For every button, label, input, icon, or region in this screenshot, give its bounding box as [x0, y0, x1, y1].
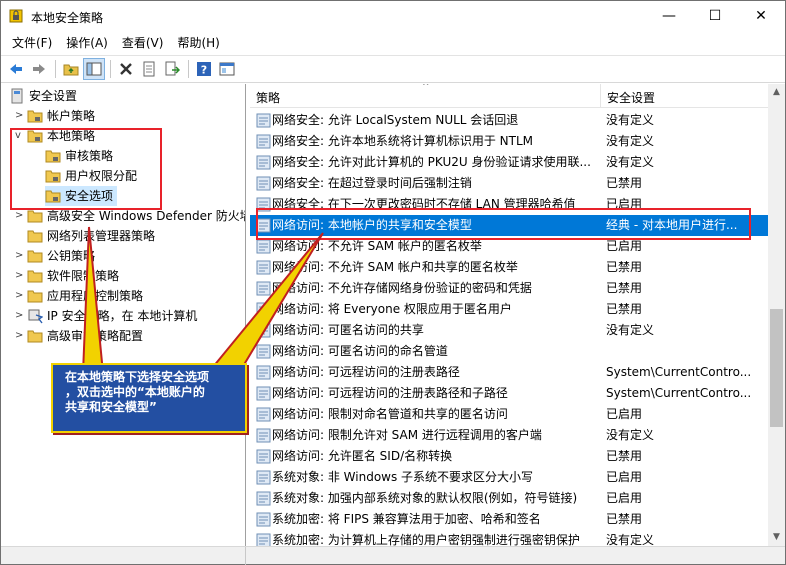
callout-line-2: ，双击选中的“本地账户的	[65, 385, 205, 399]
app-window: 本地安全策略 — ☐ ✕ 文件(F) 操作(A) 查看(V) 帮助(H) ? 安…	[0, 0, 786, 565]
annotation-callout: 在本地策略下选择安全选项 ，双击选中的“本地账户的 共享和安全模型”	[51, 363, 247, 433]
annotation-arrows	[81, 226, 324, 375]
annotation-arrow-right	[211, 232, 324, 375]
annotation-arrow-up	[81, 226, 105, 374]
callout-line-3: 共享和安全模型”	[65, 400, 157, 414]
callout-line-1: 在本地策略下选择安全选项	[65, 370, 210, 384]
